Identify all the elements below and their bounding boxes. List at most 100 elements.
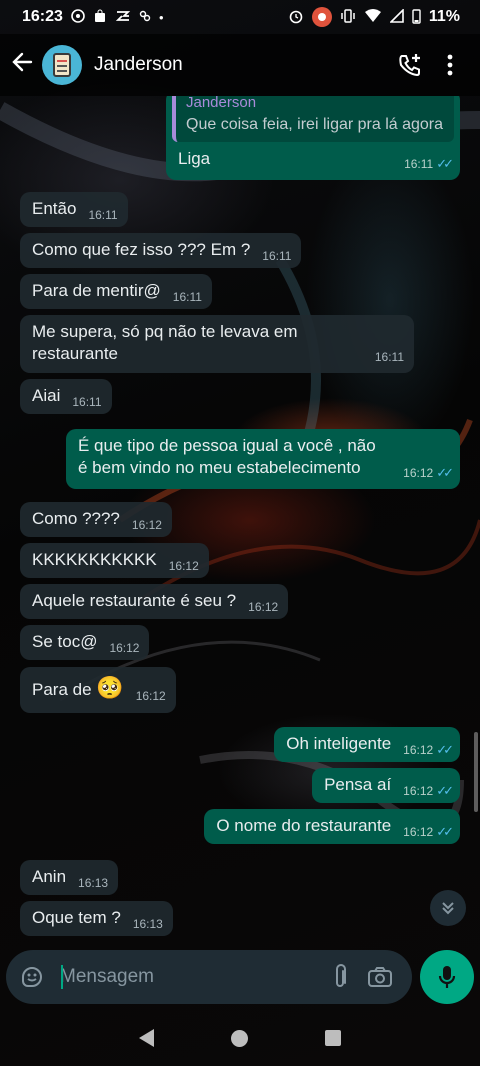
- message-bubble-incoming[interactable]: Para de mentir@ 16:11: [20, 274, 212, 309]
- battery-icon: [412, 8, 421, 27]
- read-ticks-icon: ✓✓: [436, 156, 454, 171]
- battery-percent: 11%: [428, 8, 460, 25]
- message-text: Anin: [32, 867, 67, 886]
- message-time: 16:12 ✓✓: [403, 824, 454, 839]
- quoted-message[interactable]: Janderson Que coisa feia, irei ligar pra…: [172, 96, 454, 142]
- message-time: 16:13: [132, 917, 163, 931]
- system-nav-bar: [0, 1010, 480, 1066]
- whatsapp-notif-icon: [71, 8, 85, 26]
- message-text: Para de mentir@: [32, 281, 161, 300]
- message-time: 16:11: [374, 350, 404, 364]
- message-text: KKKKKKKKKKK: [32, 550, 157, 569]
- shopping-bag-icon: [93, 9, 107, 26]
- message-text: O nome do restaurante: [216, 816, 392, 835]
- scroll-to-bottom-button[interactable]: [430, 890, 466, 926]
- message-composer: [6, 950, 412, 1004]
- message-bubble-incoming[interactable]: Como ???? 16:12: [20, 502, 172, 537]
- more-vert-icon: [447, 54, 453, 76]
- attach-button[interactable]: [320, 957, 360, 997]
- status-time: 16:23: [22, 8, 63, 25]
- double-chevron-down-icon: [442, 902, 454, 915]
- quoted-text: Que coisa feia, irei ligar pra lá agora: [186, 116, 444, 133]
- signal-icon: [388, 7, 404, 26]
- message-bubble-incoming[interactable]: Aiai 16:11: [20, 379, 112, 414]
- status-bar: 16:23 ● 11%: [0, 0, 480, 34]
- message-bubble-incoming[interactable]: Para de 🥺 16:12: [20, 667, 176, 713]
- sticker-icon: [22, 967, 42, 987]
- message-text: Oque tem ?: [32, 908, 121, 927]
- message-text: Se toc@: [32, 632, 98, 651]
- message-text: Para de: [32, 680, 92, 699]
- message-bubble-outgoing[interactable]: É que tipo de pessoa igual a você , não …: [66, 429, 460, 489]
- text-cursor: [61, 965, 63, 989]
- message-time: 16:11: [72, 395, 102, 409]
- message-input[interactable]: [60, 966, 320, 988]
- message-bubble-outgoing[interactable]: Oh inteligente 16:12 ✓✓: [274, 727, 460, 762]
- camera-button[interactable]: [360, 957, 400, 997]
- message-text: Me supera, só pq não te levava em restau…: [32, 322, 298, 363]
- sticker-emoji-button[interactable]: [18, 963, 46, 991]
- message-time: 16:12: [131, 518, 162, 532]
- contact-name[interactable]: Janderson: [94, 54, 390, 76]
- message-bubble-incoming[interactable]: Aquele restaurante é seu ? 16:12: [20, 584, 289, 619]
- message-time: 16:13: [78, 876, 109, 890]
- message-time: 16:11: [88, 208, 118, 222]
- read-ticks-icon: ✓✓: [436, 742, 454, 757]
- message-time: 16:11: [172, 290, 202, 304]
- quoted-author: Janderson: [186, 96, 257, 111]
- wifi-icon: [364, 8, 382, 27]
- nav-home-icon[interactable]: [230, 1029, 248, 1047]
- message-time: 16:12: [135, 689, 166, 703]
- more-options-button[interactable]: [430, 45, 470, 85]
- message-bubble-incoming[interactable]: Como que fez isso ??? Em ? 16:11: [20, 233, 302, 268]
- add-call-icon: [399, 54, 420, 77]
- nav-back-icon[interactable]: [138, 1029, 154, 1047]
- message-text: Pensa aí: [324, 775, 392, 794]
- message-bubble-outgoing[interactable]: Janderson Que coisa feia, irei ligar pra…: [166, 96, 460, 180]
- back-arrow-icon[interactable]: [10, 51, 34, 80]
- chat-header: Janderson: [0, 34, 480, 96]
- app-icon: [139, 9, 151, 26]
- message-bubble-incoming[interactable]: KKKKKKKKKKK 16:12: [20, 543, 209, 578]
- message-text: Como que fez isso ??? Em ?: [32, 240, 251, 259]
- status-left: 16:23 ●: [22, 8, 164, 26]
- message-text: Então: [32, 199, 77, 218]
- dot-icon: ●: [158, 12, 164, 22]
- message-bubble-incoming[interactable]: Anin 16:13: [20, 860, 119, 895]
- message-bubble-incoming[interactable]: Se toc@ 16:12: [20, 625, 150, 660]
- paperclip-icon: [336, 964, 346, 987]
- message-time: 16:12: [168, 559, 199, 573]
- read-ticks-icon: ✓✓: [436, 465, 454, 480]
- sync-icon: [115, 9, 131, 26]
- voice-record-button[interactable]: [420, 950, 474, 1004]
- contact-avatar[interactable]: [42, 45, 82, 85]
- read-ticks-icon: ✓✓: [436, 783, 454, 798]
- message-time: 16:12: [109, 641, 140, 655]
- message-bubble-incoming[interactable]: Então 16:11: [20, 192, 128, 227]
- message-time: 16:12: [248, 600, 279, 614]
- pleading-face-emoji: 🥺: [96, 675, 124, 700]
- camera-icon: [368, 967, 392, 987]
- message-time: 16:11 ✓✓: [404, 156, 454, 171]
- message-list[interactable]: Janderson Que coisa feia, irei ligar pra…: [0, 96, 480, 944]
- microphone-icon: [438, 966, 456, 988]
- recording-icon: [311, 7, 332, 27]
- message-time: 16:12 ✓✓: [403, 783, 454, 798]
- message-bubble-outgoing[interactable]: Pensa aí 16:12 ✓✓: [312, 768, 460, 803]
- add-call-button[interactable]: [390, 45, 430, 85]
- message-bubble-incoming[interactable]: Oque tem ? 16:13: [20, 901, 173, 936]
- read-ticks-icon: ✓✓: [436, 824, 454, 839]
- scrollbar-thumb[interactable]: [474, 732, 478, 812]
- message-text: Aquele restaurante é seu ?: [32, 591, 237, 610]
- alarm-icon: [288, 8, 304, 27]
- message-text: Oh inteligente: [286, 734, 392, 753]
- nav-recents-icon[interactable]: [325, 1030, 342, 1046]
- message-bubble-outgoing[interactable]: O nome do restaurante 16:12 ✓✓: [204, 809, 460, 844]
- message-text: Como ????: [32, 509, 120, 528]
- message-text: É que tipo de pessoa igual a você , não …: [78, 436, 376, 477]
- message-time: 16:11: [262, 249, 292, 263]
- vibrate-icon: [340, 8, 356, 27]
- message-text: Liga: [178, 149, 211, 168]
- message-text: Aiai: [32, 386, 61, 405]
- message-bubble-incoming[interactable]: Me supera, só pq não te levava em restau…: [20, 315, 414, 373]
